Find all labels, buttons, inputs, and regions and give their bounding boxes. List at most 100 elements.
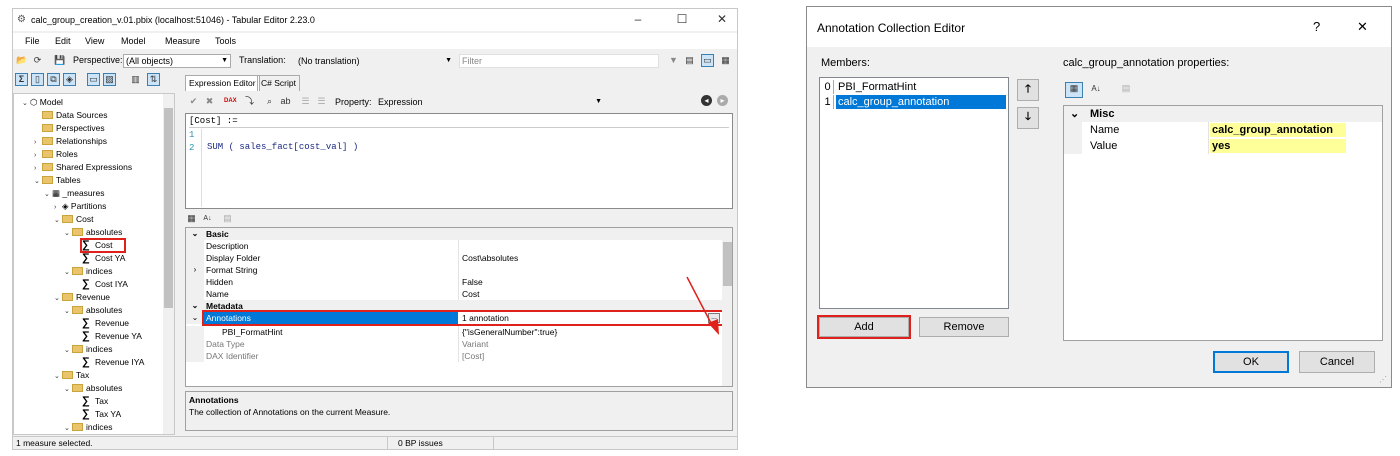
tab-csharp-script[interactable]: C# Script	[257, 75, 300, 91]
categorized-icon[interactable]: ▦	[185, 212, 198, 225]
filter-icon[interactable]: ▼	[667, 54, 680, 67]
cancel-button[interactable]: Cancel	[1299, 351, 1375, 373]
tree-node-perspectives[interactable]: Perspectives	[42, 122, 105, 134]
prop-data-type[interactable]: Data Type Variant	[186, 338, 722, 350]
tree-node-indices[interactable]: ⌄ indices	[64, 343, 112, 355]
tree-node-indices[interactable]: ⌄ indices	[64, 265, 112, 277]
maximize-button[interactable]: ☐	[673, 12, 691, 26]
category-misc[interactable]: ⌄ Misc	[1064, 106, 1382, 122]
tree-node-measure-revenue-iya[interactable]: ∑ Revenue IYA	[82, 356, 144, 368]
tree-node-model[interactable]: ⌄ ⬡ Model	[22, 96, 63, 108]
tree-scrollbar[interactable]	[163, 94, 174, 434]
tab-expression-editor[interactable]: Expression Editor	[185, 75, 260, 91]
tree-node-indices[interactable]: ⌄ indices	[64, 421, 112, 433]
tree-node-partitions[interactable]: › ◈ Partitions	[54, 200, 106, 212]
property-dropdown[interactable]: Expression ▼	[375, 95, 605, 109]
sigma-icon[interactable]: Σ	[15, 73, 28, 86]
move-up-button[interactable]: 🡑	[1017, 79, 1039, 101]
resize-grip-icon[interactable]: ⋰	[1379, 375, 1387, 384]
prop-description[interactable]: Description	[186, 240, 722, 252]
view-icon[interactable]: ▤	[683, 54, 696, 67]
tree-node-measure-cost-iya[interactable]: ∑ Cost IYA	[82, 278, 128, 290]
prop-display-folder[interactable]: Display Folder Cost\absolutes	[186, 252, 722, 264]
hierarchy-icon[interactable]: ⧉	[47, 73, 60, 86]
comment-icon[interactable]: ☰	[299, 95, 312, 108]
open-icon[interactable]: 📂	[15, 54, 28, 67]
tree-node-data-sources[interactable]: Data Sources	[42, 109, 108, 121]
forward-icon[interactable]: ▸	[717, 95, 728, 106]
prop-name-row[interactable]: Name calc_group_annotation	[1064, 122, 1382, 138]
prop-dax-identifier[interactable]: DAX Identifier [Cost]	[186, 350, 722, 362]
minimize-button[interactable]: –	[629, 12, 647, 26]
tree-node-tax-folder[interactable]: ⌄ Tax	[54, 369, 89, 381]
help-button[interactable]: ?	[1313, 19, 1320, 34]
tree-node-revenue-folder[interactable]: ⌄ Revenue	[54, 291, 110, 303]
connect-icon[interactable]: ⟳	[31, 54, 44, 67]
scrollbar-thumb[interactable]	[723, 242, 732, 286]
menu-edit[interactable]: Edit	[55, 36, 71, 46]
remove-button[interactable]: Remove	[919, 317, 1009, 337]
dependencies-icon[interactable]: ⤵	[243, 95, 256, 108]
columns-icon[interactable]: ▥	[129, 73, 142, 86]
prop-pbi-formathint[interactable]: PBI_FormatHint {"isGeneralNumber":true}	[186, 326, 722, 338]
name-value[interactable]: calc_group_annotation	[1210, 123, 1346, 137]
menu-measure[interactable]: Measure	[165, 36, 200, 46]
category-basic[interactable]: ⌄ Basic	[186, 228, 722, 240]
replace-icon[interactable]: ab	[279, 95, 292, 108]
alphabetical-icon[interactable]: A↓	[201, 212, 214, 225]
folder-toggle-icon[interactable]: ▨	[103, 73, 116, 86]
hidden-icon[interactable]: ▭	[87, 73, 100, 86]
code-editor[interactable]: [Cost] := 1 2 SUM ( sales_fact[cost_val]…	[185, 113, 733, 209]
ok-button[interactable]: OK	[1213, 351, 1289, 373]
back-icon[interactable]: ◂	[701, 95, 712, 106]
menu-tools[interactable]: Tools	[215, 36, 236, 46]
close-button[interactable]: ✕	[713, 12, 731, 26]
tree-node-absolutes[interactable]: ⌄ absolutes	[64, 304, 122, 316]
tree-node-absolutes[interactable]: ⌄ absolutes	[64, 226, 122, 238]
cancel-icon[interactable]: ✖	[203, 95, 216, 108]
tree-node-measure-tax[interactable]: ∑ Tax	[82, 395, 108, 407]
tree-node-measure-tax-ya[interactable]: ∑ Tax YA	[82, 408, 121, 420]
value-value[interactable]: yes	[1210, 139, 1346, 153]
sort-icon[interactable]: ⇅	[147, 73, 160, 86]
tree-node-measure-revenue[interactable]: ∑ Revenue	[82, 317, 129, 329]
prop-name[interactable]: Name Cost	[186, 288, 722, 300]
prop-format-string[interactable]: › Format String	[186, 264, 722, 276]
list-item[interactable]: 0 PBI_FormatHint	[822, 80, 1006, 94]
layout-icon[interactable]: ▭	[701, 54, 714, 67]
list-item-selected[interactable]: 1 calc_group_annotation	[822, 95, 1006, 109]
prop-hidden[interactable]: Hidden False	[186, 276, 722, 288]
menu-model[interactable]: Model	[121, 36, 146, 46]
grid-icon[interactable]: ▦	[719, 54, 732, 67]
tree-node-absolutes[interactable]: ⌄ absolutes	[64, 382, 122, 394]
menu-view[interactable]: View	[85, 36, 104, 46]
accept-icon[interactable]: ✔	[187, 95, 200, 108]
tree-node-roles[interactable]: › Roles	[34, 148, 78, 160]
tree-node-cost-folder[interactable]: ⌄ Cost	[54, 213, 93, 225]
scrollbar-thumb[interactable]	[164, 108, 173, 308]
translation-dropdown[interactable]: (No translation) ▼	[295, 54, 455, 68]
filter-input[interactable]: Filter	[459, 54, 659, 68]
uncomment-icon[interactable]: ☰	[315, 95, 328, 108]
alphabetical-icon[interactable]: A↓	[1087, 82, 1105, 98]
tree-node-shared-expressions[interactable]: › Shared Expressions	[34, 161, 132, 173]
close-button[interactable]: ✕	[1357, 19, 1368, 35]
props-scrollbar[interactable]	[722, 228, 732, 386]
tree-node-measures-table[interactable]: ⌄ ▦ _measures	[44, 187, 104, 199]
tree-node-measure-revenue-ya[interactable]: ∑ Revenue YA	[82, 330, 142, 342]
save-icon[interactable]: 💾	[53, 54, 66, 67]
tree-node-tables[interactable]: ⌄ Tables	[34, 174, 81, 186]
menu-file[interactable]: File	[25, 36, 40, 46]
tree-node-relationships[interactable]: › Relationships	[34, 135, 107, 147]
property-pages-icon[interactable]: ▤	[1117, 82, 1135, 98]
perspective-dropdown[interactable]: (All objects) ▼	[123, 54, 231, 68]
prop-value-row[interactable]: Value yes	[1064, 138, 1382, 154]
partition-icon[interactable]: ◈	[63, 73, 76, 86]
categorized-icon[interactable]: ▦	[1065, 82, 1083, 98]
column-icon[interactable]: ▯	[31, 73, 44, 86]
tree-node-measure-cost-ya[interactable]: ∑ Cost YA	[82, 252, 125, 264]
find-icon[interactable]: ⌕	[263, 95, 276, 108]
property-pages-icon[interactable]: ▤	[221, 212, 234, 225]
move-down-button[interactable]: 🡓	[1017, 107, 1039, 129]
dax-format-icon[interactable]: DAX	[223, 95, 237, 108]
